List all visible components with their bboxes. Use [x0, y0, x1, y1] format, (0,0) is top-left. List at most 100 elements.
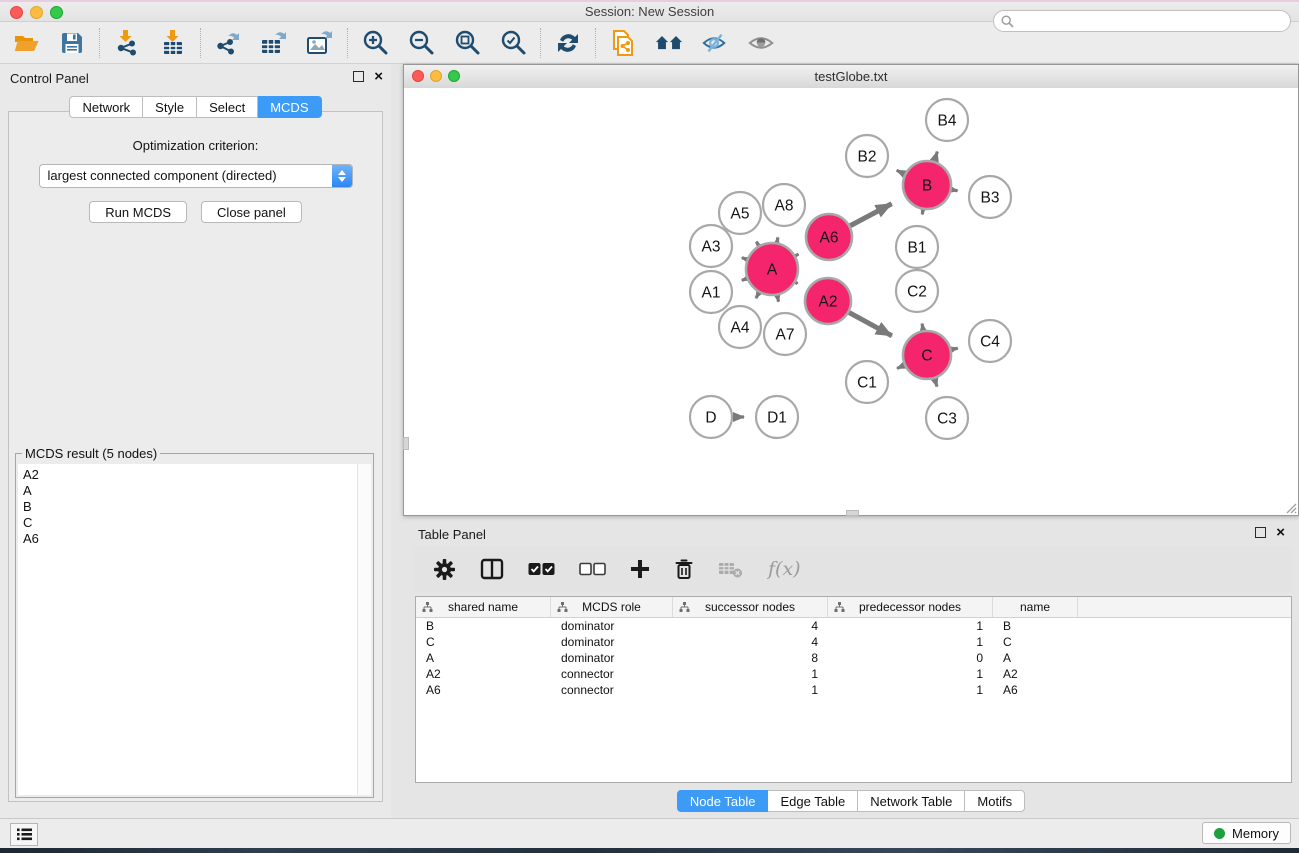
graph-node-B4[interactable]: B4	[926, 99, 968, 141]
graph-node-B2[interactable]: B2	[846, 135, 888, 177]
graph-node-D[interactable]: D	[690, 396, 732, 438]
table-cell[interactable]: connector	[551, 667, 673, 681]
table-cell[interactable]: C	[993, 635, 1078, 649]
table-cell[interactable]: 1	[828, 619, 993, 633]
graph-node-C3[interactable]: C3	[926, 397, 968, 439]
graph-node-B[interactable]: B	[903, 161, 951, 209]
network-canvas[interactable]: AA6A2BCA5A8A3A1A4A7B2B4B3B1C2C4C1C3DD1	[404, 88, 1298, 515]
show-all-button[interactable]	[747, 29, 775, 57]
apply-layout-button[interactable]	[554, 29, 582, 57]
close-panel-icon[interactable]: ×	[374, 71, 383, 82]
graph-node-A3[interactable]: A3	[690, 225, 732, 267]
graph-node-A1[interactable]: A1	[690, 271, 732, 313]
table-cell[interactable]: B	[993, 619, 1078, 633]
tab-select[interactable]: Select	[197, 96, 258, 118]
column-header-mcds-role[interactable]: MCDS role	[551, 597, 673, 617]
table-cell[interactable]: dominator	[551, 651, 673, 665]
table-cell[interactable]: A6	[416, 683, 551, 697]
table-cell[interactable]: 1	[673, 667, 828, 681]
import-network-button[interactable]	[113, 29, 141, 57]
close-window-button[interactable]	[10, 6, 23, 19]
network-zoom-button[interactable]	[448, 70, 460, 82]
tab-style[interactable]: Style	[143, 96, 197, 118]
export-network-button[interactable]	[214, 29, 242, 57]
network-window-titlebar[interactable]: testGlobe.txt	[404, 65, 1298, 89]
tab-network-table[interactable]: Network Table	[858, 790, 965, 812]
graph-node-B3[interactable]: B3	[969, 176, 1011, 218]
zoom-out-button[interactable]	[407, 29, 435, 57]
delete-rows-button[interactable]	[674, 558, 694, 580]
float-panel-icon[interactable]	[353, 71, 364, 82]
delete-table-button[interactable]	[718, 560, 744, 579]
graph-node-A7[interactable]: A7	[764, 313, 806, 355]
table-cell[interactable]: 1	[828, 635, 993, 649]
tab-node-table[interactable]: Node Table	[677, 790, 769, 812]
graph-node-A2[interactable]: A2	[805, 278, 851, 324]
minimize-window-button[interactable]	[30, 6, 43, 19]
run-mcds-button[interactable]: Run MCDS	[89, 201, 187, 223]
table-row[interactable]: A2connector11A2	[416, 666, 1291, 682]
zoom-in-button[interactable]	[361, 29, 389, 57]
network-close-button[interactable]	[412, 70, 424, 82]
table-cell[interactable]: 1	[828, 683, 993, 697]
table-cell[interactable]: A6	[993, 683, 1078, 697]
left-splitter-handle[interactable]	[403, 437, 409, 450]
graph-node-C1[interactable]: C1	[846, 361, 888, 403]
tab-network[interactable]: Network	[69, 96, 143, 118]
table-cell[interactable]: A	[993, 651, 1078, 665]
network-minimize-button[interactable]	[430, 70, 442, 82]
tab-edge-table[interactable]: Edge Table	[768, 790, 858, 812]
export-image-button[interactable]	[306, 29, 334, 57]
mcds-result-list[interactable]: A2ABCA6	[18, 464, 371, 795]
bottom-splitter-handle[interactable]	[846, 510, 859, 516]
close-panel-button[interactable]: Close panel	[201, 201, 302, 223]
function-builder-button[interactable]: f(x)	[768, 558, 801, 580]
graph-node-B1[interactable]: B1	[896, 226, 938, 268]
table-cell[interactable]: 4	[673, 635, 828, 649]
graph-node-D1[interactable]: D1	[756, 396, 798, 438]
graph-node-C2[interactable]: C2	[896, 270, 938, 312]
network-from-selection-button[interactable]	[609, 29, 637, 57]
table-cell[interactable]: connector	[551, 683, 673, 697]
tab-mcds[interactable]: MCDS	[258, 96, 321, 118]
add-row-button[interactable]	[630, 559, 650, 579]
graph-node-A5[interactable]: A5	[719, 192, 761, 234]
table-cell[interactable]: 1	[673, 683, 828, 697]
close-table-panel-icon[interactable]: ×	[1276, 527, 1285, 538]
graph-node-C[interactable]: C	[903, 331, 951, 379]
column-header-name[interactable]: name	[993, 597, 1078, 617]
import-table-button[interactable]	[159, 29, 187, 57]
column-visibility-button[interactable]	[480, 558, 504, 580]
zoom-window-button[interactable]	[50, 6, 63, 19]
mcds-result-item[interactable]: B	[18, 499, 371, 515]
table-options-button[interactable]	[433, 558, 456, 581]
mcds-result-item[interactable]: A6	[18, 531, 371, 547]
table-cell[interactable]: A	[416, 651, 551, 665]
mcds-result-scrollbar[interactable]	[357, 464, 371, 795]
table-row[interactable]: Adominator80A	[416, 650, 1291, 666]
graph-node-C4[interactable]: C4	[969, 320, 1011, 362]
criterion-select[interactable]: largest connected component (directed)	[39, 164, 353, 188]
table-cell[interactable]: C	[416, 635, 551, 649]
table-cell[interactable]: dominator	[551, 619, 673, 633]
table-cell[interactable]: A2	[416, 667, 551, 681]
table-cell[interactable]: dominator	[551, 635, 673, 649]
task-history-button[interactable]	[10, 823, 38, 846]
memory-button[interactable]: Memory	[1202, 822, 1291, 844]
table-cell[interactable]: A2	[993, 667, 1078, 681]
graph-node-A8[interactable]: A8	[763, 184, 805, 226]
zoom-selected-button[interactable]	[499, 29, 527, 57]
network-graph[interactable]: AA6A2BCA5A8A3A1A4A7B2B4B3B1C2C4C1C3DD1	[404, 88, 1298, 515]
column-header-predecessor-nodes[interactable]: predecessor nodes	[828, 597, 993, 617]
graph-node-A6[interactable]: A6	[806, 214, 852, 260]
table-row[interactable]: A6connector11A6	[416, 682, 1291, 698]
column-header-shared-name[interactable]: shared name	[416, 597, 551, 617]
mcds-result-item[interactable]: C	[18, 515, 371, 531]
column-header-successor-nodes[interactable]: successor nodes	[673, 597, 828, 617]
zoom-fit-button[interactable]	[453, 29, 481, 57]
search-field[interactable]	[993, 10, 1291, 32]
open-session-button[interactable]	[12, 29, 40, 57]
node-table[interactable]: shared nameMCDS rolesuccessor nodesprede…	[415, 596, 1292, 783]
export-table-button[interactable]	[260, 29, 288, 57]
table-row[interactable]: Bdominator41B	[416, 618, 1291, 634]
